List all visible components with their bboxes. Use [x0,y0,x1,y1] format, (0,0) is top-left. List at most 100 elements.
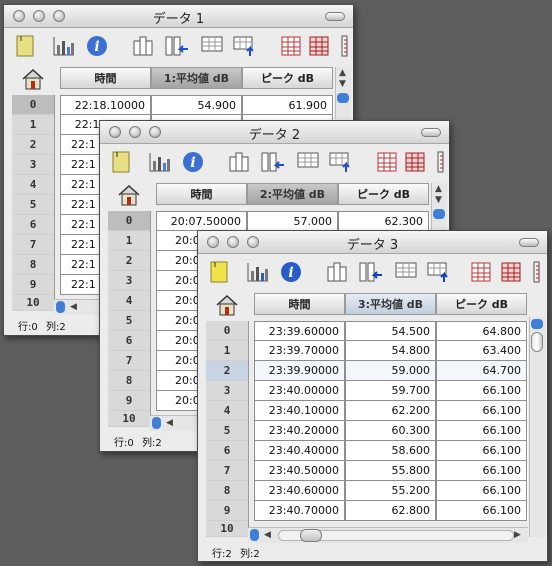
note-icon[interactable] [16,35,34,57]
row-number[interactable]: 7 [12,235,54,255]
table-cell[interactable]: 23:40.20000 [254,421,345,441]
row-number[interactable]: 1 [108,231,150,251]
horizontal-scrollbar[interactable]: ◀ [54,299,104,315]
row-number[interactable]: 4 [12,175,54,195]
row-number[interactable]: 9 [12,275,54,295]
row-number[interactable]: 3 [108,271,150,291]
table-cell[interactable]: 54.500 [345,321,436,341]
toolbar-toggle-button[interactable] [519,238,539,247]
table-cell[interactable]: 66.100 [436,441,527,461]
table-cell[interactable]: 57.000 [247,211,338,231]
row-number[interactable]: 9 [108,391,150,411]
toolbar-toggle-button[interactable] [325,12,345,21]
table-cell[interactable]: 20:07.50000 [156,211,247,231]
columns-icon[interactable] [228,151,250,173]
row-number[interactable]: 4 [108,291,150,311]
row-number[interactable]: 5 [108,311,150,331]
grid-red-icon[interactable] [308,35,330,57]
info-icon[interactable]: i [280,261,302,283]
title-bar[interactable]: データ 3 [198,231,547,254]
columns-icon[interactable] [326,261,348,283]
row-number[interactable]: 1 [206,341,248,361]
row-number[interactable]: 0 [206,321,248,341]
row-number[interactable]: 9 [206,501,248,521]
table-cell[interactable]: 62.300 [338,211,429,231]
table-cell[interactable]: 23:40.00000 [254,381,345,401]
grid-icon[interactable] [376,151,398,173]
table-cell[interactable]: 66.100 [436,501,527,521]
insert-row-icon[interactable] [296,151,320,173]
vertical-scrollbar[interactable]: ▲ ▼ [431,183,447,235]
table-cell[interactable]: 23:40.50000 [254,461,345,481]
table-cell[interactable]: 59.700 [345,381,436,401]
home-button[interactable] [112,181,146,209]
row-number[interactable]: 2 [12,135,54,155]
table-cell[interactable]: 63.400 [436,341,527,361]
note-icon[interactable] [210,261,228,283]
data-window-3[interactable]: データ 3 i 時間 3:平均値 dB ピーク dB 0 1 2 3 4 5 6… [197,230,548,562]
table-cell[interactable]: 64.700 [436,361,527,381]
row-number[interactable]: 7 [206,461,248,481]
horizontal-scrollbar[interactable]: ◀ [150,415,200,431]
row-number[interactable]: 2 [108,251,150,271]
grid-red-icon[interactable] [500,261,522,283]
table-cell[interactable]: 61.900 [242,95,333,115]
table-cell[interactable]: 66.100 [436,381,527,401]
table-cell[interactable]: 62.800 [345,501,436,521]
table-cell[interactable]: 66.100 [436,481,527,501]
table-cell[interactable]: 55.800 [345,461,436,481]
column-header-time[interactable]: 時間 [254,293,345,315]
vertical-scrollbar[interactable]: ▲ ▼ [335,67,351,119]
insert-column-icon[interactable] [260,151,286,173]
row-number[interactable]: 8 [206,481,248,501]
table-cell[interactable]: 64.800 [436,321,527,341]
row-number[interactable]: 5 [12,195,54,215]
table-cell[interactable]: 66.100 [436,461,527,481]
table-cell[interactable]: 59.000 [345,361,436,381]
toolbar-toggle-button[interactable] [421,128,441,137]
table-cell[interactable]: 54.800 [345,341,436,361]
row-number[interactable]: 4 [206,401,248,421]
table-cell[interactable]: 23:40.70000 [254,501,345,521]
insert-column-icon[interactable] [358,261,384,283]
column-header-time[interactable]: 時間 [156,183,247,205]
column-header-average[interactable]: 1:平均値 dB [151,67,242,89]
row-number[interactable]: 8 [12,255,54,275]
column-header-time[interactable]: 時間 [60,67,151,89]
grid-icon[interactable] [280,35,302,57]
table-cell[interactable]: 23:40.40000 [254,441,345,461]
insert-column-icon[interactable] [164,35,190,57]
table-cell[interactable]: 23:39.90000 [254,361,345,381]
table-cell[interactable]: 23:40.60000 [254,481,345,501]
grid-icon[interactable] [470,261,492,283]
title-bar[interactable]: データ 2 [100,121,449,144]
table-cell[interactable]: 66.100 [436,401,527,421]
export-icon[interactable] [426,261,452,283]
columns-icon[interactable] [132,35,154,57]
table-cell[interactable]: 66.100 [436,421,527,441]
column-header-peak[interactable]: ピーク dB [436,293,527,315]
row-number[interactable]: 10 [206,521,248,537]
row-number[interactable]: 3 [12,155,54,175]
column-header-peak[interactable]: ピーク dB [338,183,429,205]
table-cell[interactable]: 55.200 [345,481,436,501]
ruler-icon[interactable] [340,35,350,57]
row-number[interactable]: 6 [12,215,54,235]
export-icon[interactable] [328,151,354,173]
row-number[interactable]: 7 [108,351,150,371]
table-cell[interactable]: 23:40.10000 [254,401,345,421]
horizontal-scrollbar[interactable]: ◀ ▶ [248,527,528,543]
bar-chart-icon[interactable] [52,35,76,57]
ruler-icon[interactable] [532,261,542,283]
home-button[interactable] [16,65,50,93]
table-cell[interactable]: 62.200 [345,401,436,421]
home-button[interactable] [210,291,244,319]
note-icon[interactable] [112,151,130,173]
vertical-scrollbar[interactable] [529,317,545,537]
bar-chart-icon[interactable] [148,151,172,173]
table-cell[interactable]: 54.900 [151,95,242,115]
row-number[interactable]: 1 [12,115,54,135]
insert-row-icon[interactable] [394,261,418,283]
info-icon[interactable]: i [182,151,204,173]
table-cell[interactable]: 23:39.70000 [254,341,345,361]
